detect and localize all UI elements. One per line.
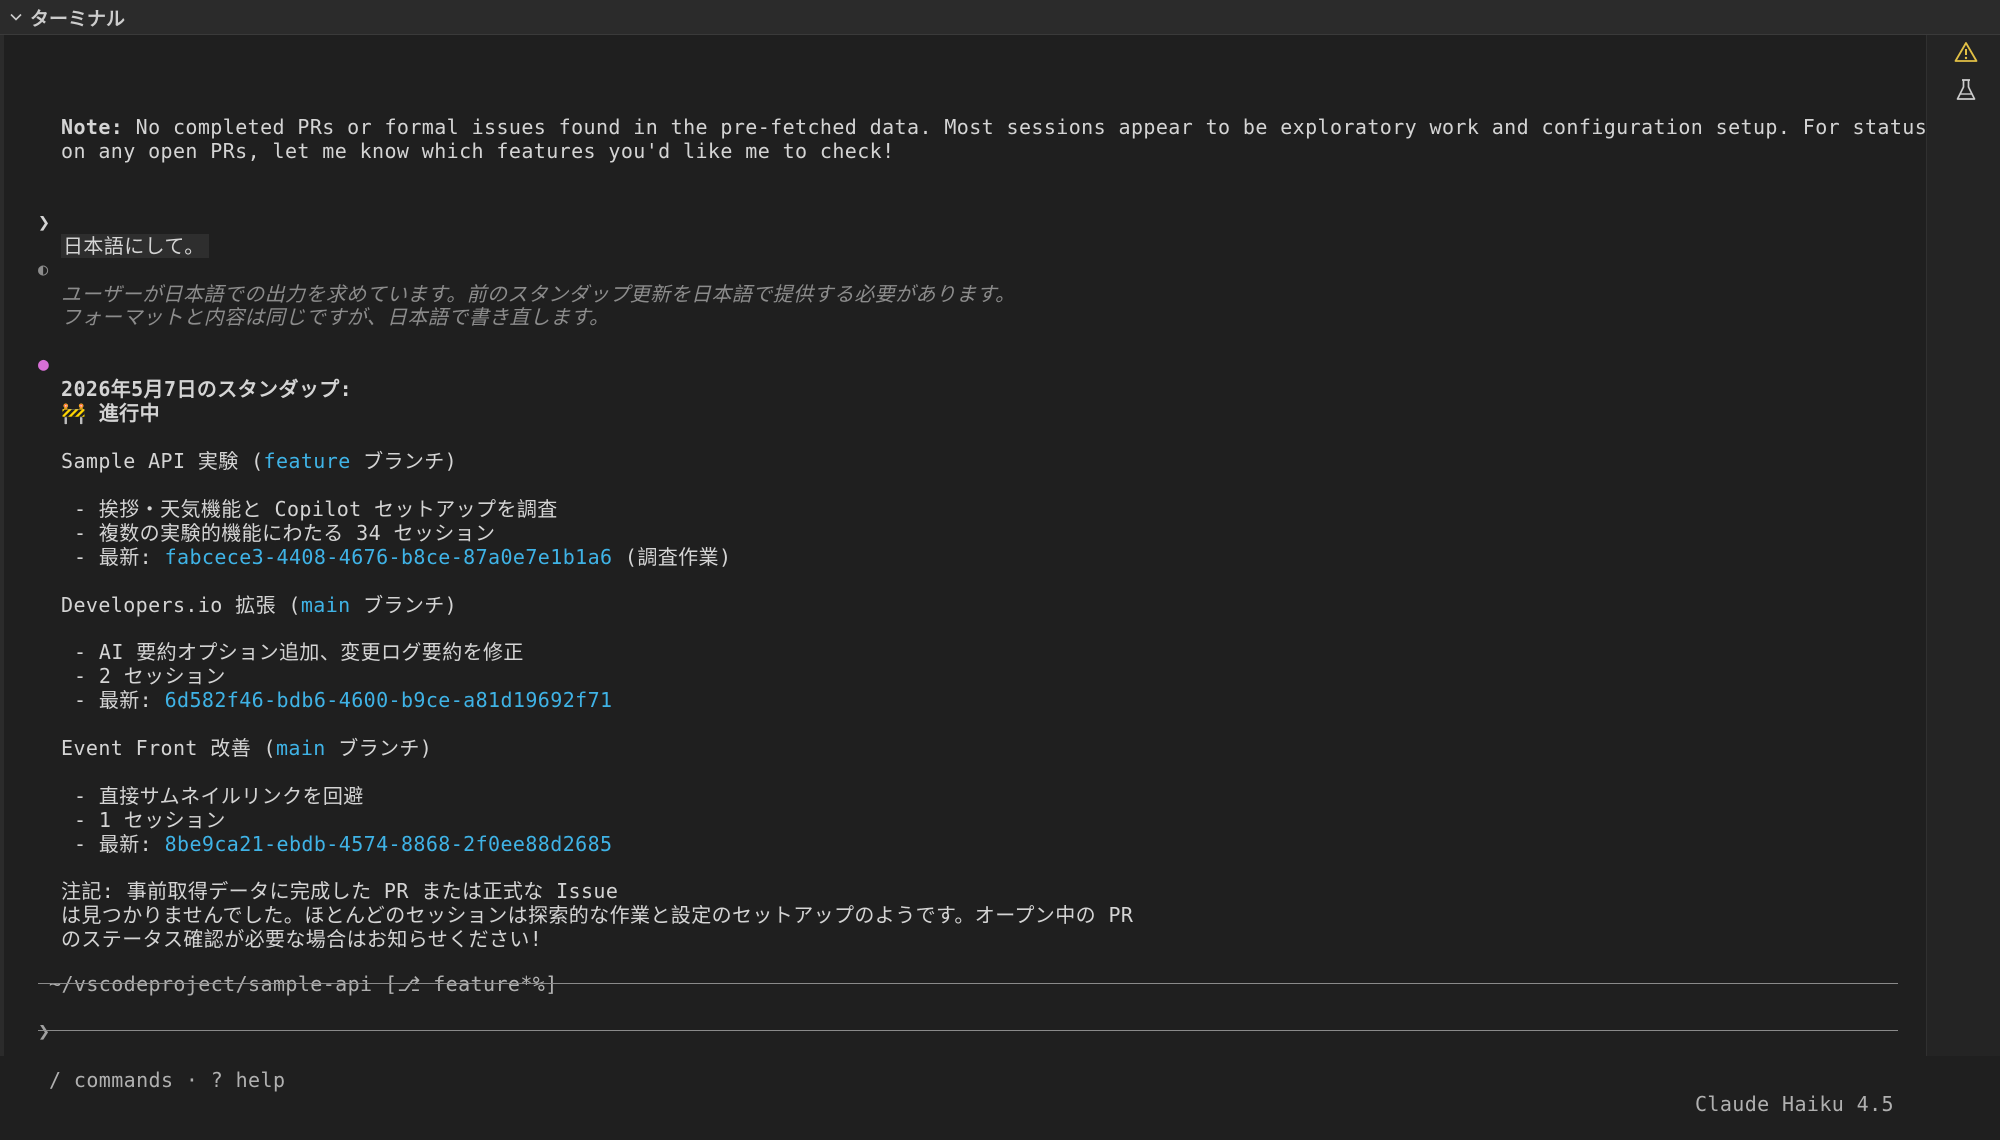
input-divider-bottom <box>38 1030 1898 1031</box>
bullet-text: - 2 セッション <box>74 664 226 688</box>
session-id-link[interactable]: 8be9ca21-ebdb-4574-8868-2f0ee88d2685 <box>165 832 613 856</box>
status-bar: / commands · ? help Claude Haiku 4.5 <box>4 1044 1926 1140</box>
latest-label: - 最新: <box>74 832 165 856</box>
note-en-text-2: on any open PRs, let me know which featu… <box>61 139 895 163</box>
note-en-label: Note: <box>61 115 124 139</box>
note-en-text-1: No completed PRs or formal issues found … <box>123 115 1928 139</box>
session-id-link[interactable]: fabcece3-4408-4676-b8ce-87a0e7e1b1a6 <box>165 545 613 569</box>
note-ja-text-2: は見つかりませんでした。ほとんどのセッションは探索的な作業と設定のセットアップの… <box>61 903 1134 927</box>
response-heading: 2026年5月7日のスタンダップ: <box>61 377 353 401</box>
cwd-text: ~/vscodeproject/sample-api [⎇ feature*%] <box>49 972 558 996</box>
note-en-line-2: on any open PRs, let me know which featu… <box>4 115 894 187</box>
thinking-marker: ◐ <box>38 260 49 280</box>
chevron-down-icon[interactable] <box>10 11 22 23</box>
terminal-side-toolbar <box>1926 35 2000 1056</box>
latest-label: - 最新: <box>74 545 165 569</box>
thinking-text-2: フォーマットと内容は同じですが、日本語で書き直します。 <box>61 305 610 329</box>
terminal-output[interactable]: Note: No completed PRs or formal issues … <box>4 35 1928 1116</box>
branch-name: main <box>275 736 326 760</box>
thinking-text-1: ユーザーが日本語での出力を求めています。前のスタンダップ更新を日本語で提供する必… <box>61 282 1016 306</box>
session-id-link[interactable]: 6d582f46-bdb6-4600-b9ce-a81d19692f71 <box>165 688 613 712</box>
flask-icon[interactable] <box>1953 77 1979 103</box>
project-name: Event Front 改善 ( <box>61 736 276 760</box>
branch-name: feature <box>263 449 351 473</box>
bullet-text: - 直接サムネイルリンクを回避 <box>74 784 364 808</box>
prompt-input[interactable]: ❯ <box>4 995 1884 1043</box>
input-divider-top <box>38 983 1898 984</box>
note-ja-text-1: 注記: 事前取得データに完成した PR または正式な Issue <box>61 879 619 903</box>
project-name: Developers.io 拡張 ( <box>61 593 301 617</box>
section-title: 進行中 <box>98 401 160 425</box>
branch-suffix: ブランチ) <box>325 736 433 760</box>
branch-name: main <box>300 593 351 617</box>
bullet-text: - AI 要約オプション追加、変更ログ要約を修正 <box>74 640 524 664</box>
help-hint: / commands · ? help <box>49 1068 286 1092</box>
project-name: Sample API 実験 ( <box>61 449 264 473</box>
terminal-panel-header[interactable]: ターミナル <box>0 0 2000 35</box>
prompt-marker: ❯ <box>38 210 51 234</box>
input-marker: ❯ <box>38 1019 51 1043</box>
latest-suffix: (調査作業) <box>612 545 732 569</box>
response-marker: ● <box>38 354 50 375</box>
panel-title: ターミナル <box>30 7 126 30</box>
bullet-text: - 挨拶・天気機能と Copilot セットアップを調査 <box>74 497 558 521</box>
bullet-text: - 複数の実験的機能にわたる 34 セッション <box>74 521 496 545</box>
note-ja-text-3: のステータス確認が必要な場合はお知らせください! <box>61 927 543 951</box>
bullet-text: - 1 セッション <box>74 808 226 832</box>
branch-suffix: ブランチ) <box>350 593 458 617</box>
construction-icon: 🚧 <box>61 401 87 425</box>
latest-label: - 最新: <box>74 688 165 712</box>
branch-suffix: ブランチ) <box>350 449 458 473</box>
user-prompt-text: 日本語にして。 <box>61 234 209 258</box>
warning-icon[interactable] <box>1953 39 1979 65</box>
model-name[interactable]: Claude Haiku 4.5 <box>1695 1092 1894 1116</box>
